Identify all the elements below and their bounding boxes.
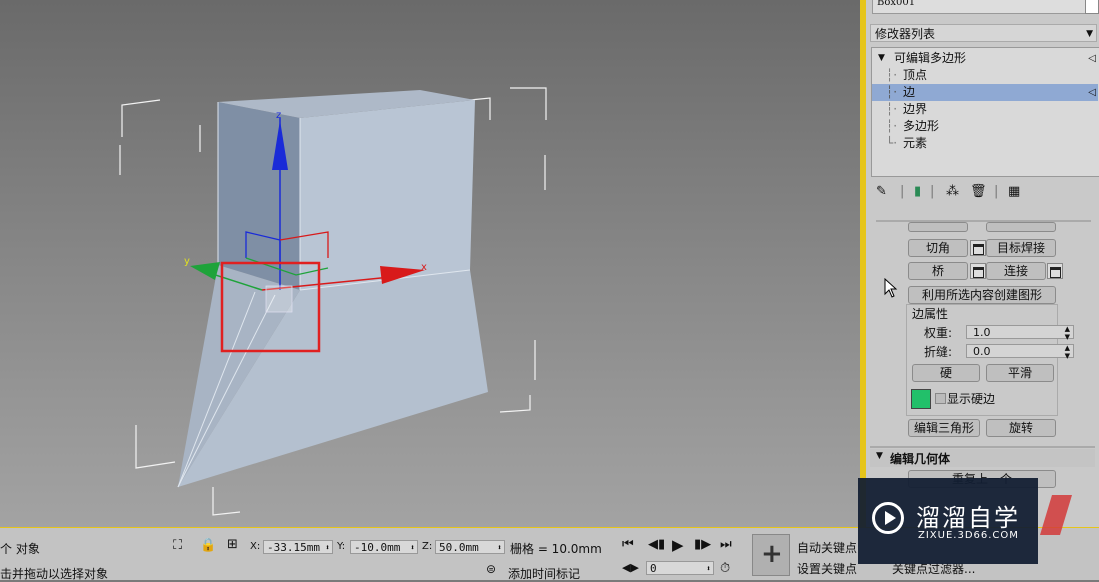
viewport-scene: z x y xyxy=(119,87,547,516)
auto-key-button[interactable]: 自动关键点 xyxy=(797,539,857,556)
edit-triangulation-button[interactable]: 编辑三角形 xyxy=(908,419,980,437)
chevron-down-icon: ▼ xyxy=(1086,29,1093,39)
spinner-arrows-icon[interactable]: ▲ ▼ xyxy=(1065,325,1070,341)
watermark-red-stripe xyxy=(1040,495,1072,535)
create-shape-button[interactable]: 利用所选内容创建图形 xyxy=(908,286,1056,304)
time-tag-icon: ⊜ xyxy=(486,562,497,576)
crease-spinner[interactable]: 0.0 ▲ ▼ xyxy=(966,344,1074,360)
watermark-overlay: 溜溜自学 ZIXUE.3D66.COM xyxy=(858,478,1038,564)
stack-item-editable-poly[interactable]: ▼ 可编辑多边形 ◁ xyxy=(872,50,1098,67)
selection-count-text: 个 对象 xyxy=(0,542,40,556)
x-coordinate-field[interactable]: -33.15mm ⬍ xyxy=(263,540,333,554)
z-axis-label: z xyxy=(276,110,281,121)
next-frame-icon[interactable]: ▮▶ xyxy=(694,537,711,552)
crease-label: 折缝: xyxy=(924,345,953,359)
grid-size-text: 栅格 = 10.0mm xyxy=(510,542,602,556)
x-axis-label: x xyxy=(421,262,427,273)
set-key-button[interactable]: + xyxy=(752,534,790,576)
connect-button[interactable]: 连接 xyxy=(986,262,1046,280)
stack-root-label: 可编辑多边形 xyxy=(894,51,967,65)
set-key-mode-button[interactable]: 设置关键点 xyxy=(797,560,857,577)
z-coordinate-field[interactable]: 50.0mm ⬍ xyxy=(435,540,505,554)
show-hard-edges-checkbox[interactable] xyxy=(935,393,946,404)
pin-icon[interactable]: ✎ xyxy=(876,184,887,199)
stack-item-element[interactable]: └· 元素 xyxy=(872,135,1098,152)
play-logo-icon xyxy=(872,502,904,534)
weight-spinner[interactable]: 1.0 ▲ ▼ xyxy=(966,325,1074,341)
command-panel: Box001 修改器列表 ▼ ▼ 可编辑多边形 ◁ ┆· 顶点 ┆· 边 ◁ ┆… xyxy=(866,0,1099,527)
remove-modifier-icon[interactable]: 🗑 xyxy=(970,184,987,199)
perspective-viewport[interactable]: z x y xyxy=(0,0,860,527)
watermark-url: ZIXUE.3D66.COM xyxy=(918,530,1019,541)
expand-triangle-icon: ▼ xyxy=(878,53,885,63)
y-label: Y: xyxy=(337,541,346,552)
rollout-separator-2 xyxy=(870,446,1095,448)
spinner-arrows-icon[interactable]: ▲ ▼ xyxy=(1065,344,1070,360)
watermark-title: 溜溜自学 xyxy=(916,504,1020,532)
time-configuration-icon[interactable]: ⏱ xyxy=(720,561,730,576)
configure-modifier-sets-icon[interactable]: ▦ xyxy=(1008,184,1020,199)
weight-label: 权重: xyxy=(924,326,953,340)
stack-item-border[interactable]: ┆· 边界 xyxy=(872,101,1098,118)
target-weld-button[interactable]: 目标焊接 xyxy=(986,239,1056,257)
partial-button-2[interactable] xyxy=(986,222,1056,232)
object-color-swatch[interactable] xyxy=(1085,0,1099,14)
add-time-tag-button[interactable]: 添加时间标记 xyxy=(508,565,580,582)
modifier-list-dropdown[interactable]: 修改器列表 ▼ xyxy=(870,24,1097,42)
current-frame-field[interactable]: 0 ⬍ xyxy=(646,561,714,575)
lock-icon[interactable]: 🔒 xyxy=(200,538,216,553)
modifier-stack: ▼ 可编辑多边形 ◁ ┆· 顶点 ┆· 边 ◁ ┆· 边界 ┆· 多边形 └· … xyxy=(871,47,1099,177)
isolate-selection-icon[interactable]: ⛶ xyxy=(173,538,182,553)
y-axis-arrow[interactable] xyxy=(190,262,220,280)
z-label: Z: xyxy=(422,541,433,552)
turn-button[interactable]: 旋转 xyxy=(986,419,1056,437)
connect-settings-button[interactable] xyxy=(1047,263,1063,279)
partial-button[interactable] xyxy=(908,222,968,232)
stack-item-vertex[interactable]: ┆· 顶点 xyxy=(872,67,1098,84)
stack-item-polygon[interactable]: ┆· 多边形 xyxy=(872,118,1098,135)
make-unique-icon[interactable]: ⁂ xyxy=(946,184,959,199)
edit-geometry-rollout-header[interactable]: ▼ 编辑几何体 xyxy=(870,449,1095,467)
object-name-field[interactable]: Box001 xyxy=(872,0,1088,14)
chamfer-settings-button[interactable] xyxy=(970,240,986,256)
show-end-result-icon[interactable]: ▮ xyxy=(914,184,921,199)
stack-item-edge[interactable]: ┆· 边 ◁ xyxy=(872,84,1098,101)
chamfer-button[interactable]: 切角 xyxy=(908,239,968,257)
absolute-mode-icon[interactable]: ⊞ xyxy=(227,537,238,552)
active-level-icon: ◁ xyxy=(1088,87,1096,98)
mouse-cursor-icon xyxy=(884,278,898,298)
modifier-list-label: 修改器列表 xyxy=(875,27,936,41)
go-to-start-icon[interactable]: ⏮ xyxy=(622,537,634,552)
edge-properties-label: 边属性 xyxy=(910,305,951,322)
hard-button[interactable]: 硬 xyxy=(912,364,980,382)
play-icon[interactable]: ▶ xyxy=(672,536,684,554)
y-axis-label: y xyxy=(184,256,190,267)
show-hard-edges-label: 显示硬边 xyxy=(947,392,996,406)
previous-frame-icon[interactable]: ◀▮ xyxy=(648,537,665,552)
box-front-upper-face[interactable] xyxy=(300,100,475,290)
go-to-end-icon[interactable]: ⏭ xyxy=(720,537,732,552)
x-label: X: xyxy=(250,541,261,552)
hard-edge-color-swatch[interactable] xyxy=(911,389,931,409)
prompt-text: 击并拖动以选择对象 xyxy=(0,567,109,581)
bridge-button[interactable]: 桥 xyxy=(908,262,968,280)
collapse-triangle-icon: ▼ xyxy=(876,451,883,461)
y-coordinate-field[interactable]: -10.0mm ⬍ xyxy=(350,540,418,554)
key-mode-toggle-icon[interactable]: ◀▶ xyxy=(622,561,639,574)
bridge-settings-button[interactable] xyxy=(970,263,986,279)
key-plus-icon: + xyxy=(761,539,783,569)
light-bulb-icon: ◁ xyxy=(1088,53,1096,64)
smooth-button[interactable]: 平滑 xyxy=(986,364,1054,382)
